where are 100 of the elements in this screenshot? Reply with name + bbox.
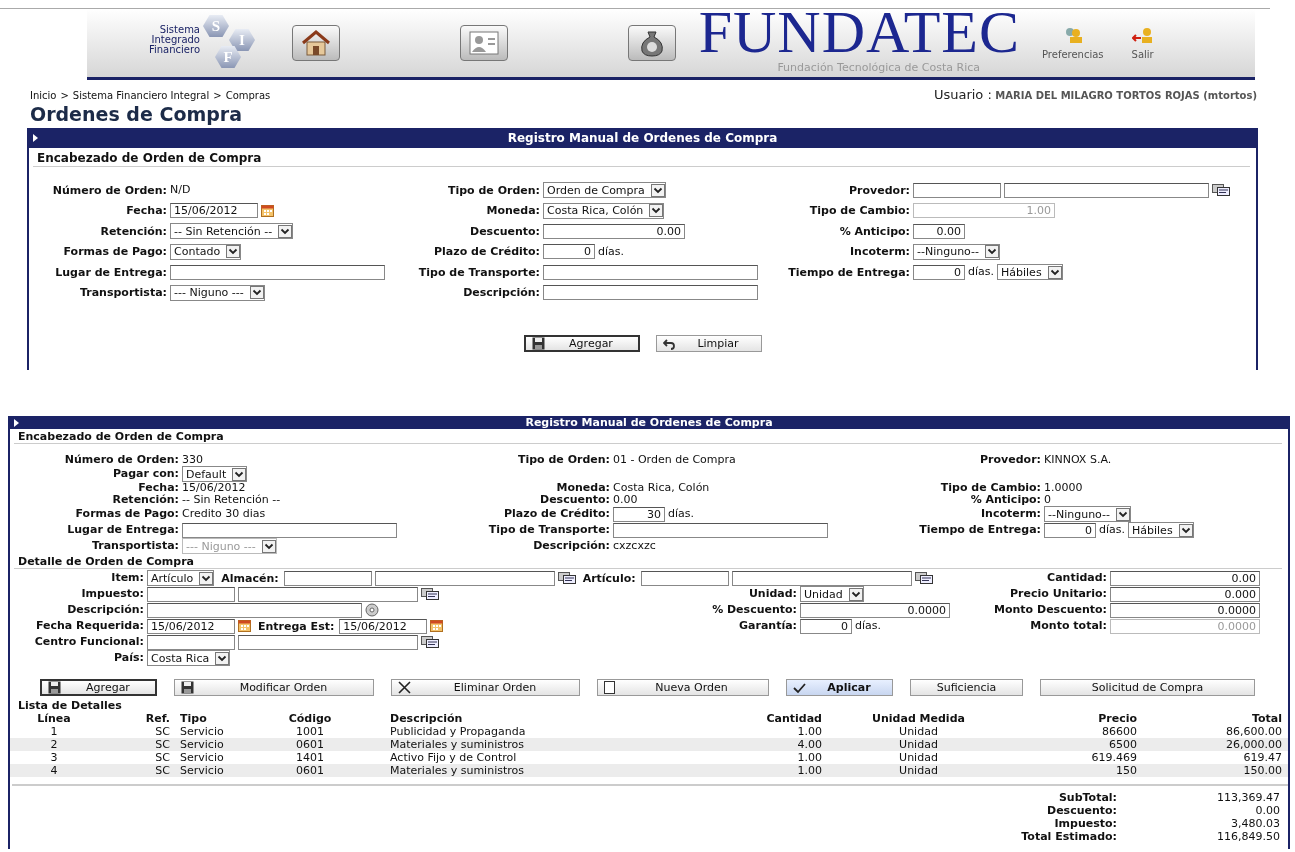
input-field[interactable] <box>170 264 385 280</box>
chevron-down-icon <box>1116 507 1130 521</box>
input-field[interactable] <box>613 522 828 538</box>
field-label: % Anticipo: <box>969 494 1042 506</box>
field-label: Tipo de Orden: <box>516 454 611 466</box>
action-button[interactable]: Eliminar Orden <box>391 679 580 696</box>
action-button[interactable]: Modificar Orden <box>174 679 374 696</box>
table-row[interactable]: 2 SC Servicio 0601 Materiales y suministros 4.00 Unidad 6500 26,000.00 <box>10 738 1288 751</box>
caret-right-icon[interactable] <box>33 134 38 142</box>
name-field[interactable] <box>374 570 555 586</box>
chevron-down-icon <box>1047 265 1062 279</box>
field-label: Tipo de Cambio: <box>939 482 1042 494</box>
calendar-icon[interactable] <box>261 204 274 217</box>
field-label: Precio Unitario: <box>1009 588 1108 600</box>
dropdown[interactable]: --Ninguno-- <box>1044 506 1131 522</box>
table-cell-text: Unidad <box>898 751 939 764</box>
action-button[interactable]: Suficiencia <box>910 679 1023 696</box>
table-cell-text: Servicio <box>179 725 225 738</box>
calendar-icon[interactable] <box>238 620 251 632</box>
table-cell-text: 1.00 <box>796 725 822 738</box>
dropdown[interactable]: Contado <box>170 243 242 260</box>
page-icon <box>604 681 615 694</box>
input-field[interactable] <box>182 522 397 538</box>
name-field[interactable] <box>731 570 912 586</box>
breadcrumb-link[interactable]: Sistema Financiero Integral <box>72 90 210 101</box>
panel-title-bar: Registro Manual de Ordenes de Compra <box>29 128 1256 148</box>
dropdown[interactable]: -- Sin Retención -- <box>170 223 294 240</box>
field-label: Unidad: <box>747 588 798 600</box>
input-field[interactable]: 0.00 <box>913 223 965 239</box>
field-label: Plazo de Crédito: <box>502 508 611 520</box>
dropdown[interactable]: Costa Rica <box>147 650 231 666</box>
user-card-button[interactable] <box>460 25 508 61</box>
field-label: Retención: <box>99 224 168 238</box>
input-field[interactable] <box>147 602 362 618</box>
table-cell-text: Materiales y suministros <box>389 738 525 751</box>
table-row[interactable]: 3 SC Servicio 1401 Activo Fijo y de Control 1.00 Unidad 619.469 619.47 <box>10 751 1288 764</box>
disc-icon[interactable] <box>365 603 379 617</box>
home-button[interactable] <box>292 25 340 61</box>
cards-icon[interactable] <box>421 636 439 648</box>
input-field[interactable]: 30 <box>613 506 665 522</box>
dropdown[interactable]: Artículo <box>147 570 215 586</box>
dropdown[interactable]: Unidad <box>800 586 864 602</box>
input-field[interactable]: 0 <box>800 618 852 634</box>
dropdown[interactable]: Hábiles <box>1128 522 1194 538</box>
code-field[interactable] <box>913 182 1001 198</box>
input-field[interactable]: 0 <box>1044 522 1096 538</box>
finance-button[interactable] <box>628 25 676 61</box>
table-cell-text: Materiales y suministros <box>389 764 525 777</box>
caret-right-icon[interactable] <box>14 418 19 427</box>
action-button[interactable]: Limpiar <box>655 335 762 352</box>
cards-icon[interactable] <box>1212 184 1230 197</box>
table-row[interactable]: 1 SC Servicio 1001 Publicidad y Propaganda 1.00 Unidad 86600 86,600.00 <box>10 725 1288 738</box>
input-field[interactable] <box>543 285 758 301</box>
logo-text: Financiero <box>148 45 200 55</box>
input-field[interactable]: 0.0000 <box>1110 602 1260 618</box>
action-button[interactable]: Solicitud de Compra <box>1040 679 1255 696</box>
input-field[interactable]: 0.0000 <box>800 602 950 618</box>
field-value: N/D <box>170 184 191 197</box>
code-field[interactable] <box>147 634 235 650</box>
input-field[interactable]: 0 <box>913 264 965 280</box>
column-header: Ref. <box>144 712 170 725</box>
dropdown[interactable]: Hábiles <box>997 264 1063 281</box>
action-button[interactable]: Aplicar <box>786 679 893 696</box>
column-header: Descripción <box>389 712 464 725</box>
action-button[interactable]: Agregar <box>40 679 157 696</box>
field-value: cxzcxzc <box>613 540 656 552</box>
code-field[interactable] <box>283 570 372 586</box>
cards-icon[interactable] <box>914 572 933 584</box>
input-field[interactable]: 0.000 <box>1110 586 1260 602</box>
table-row[interactable]: 4 SC Servicio 0601 Materiales y suministros 1.00 Unidad 150 150.00 <box>10 764 1288 777</box>
dropdown[interactable]: --- Niguno --- <box>170 284 265 301</box>
action-button[interactable]: Agregar <box>523 335 640 352</box>
dropdown[interactable]: Costa Rica, Colón <box>543 202 665 219</box>
dropdown[interactable]: Orden de Compra <box>543 182 666 199</box>
date-field[interactable]: 15/06/2012 <box>147 618 235 634</box>
input-field[interactable]: 0.00 <box>543 223 685 239</box>
date-field[interactable]: 15/06/2012 <box>170 203 258 219</box>
brand-logo-text: FUNDATEC <box>698 3 1020 61</box>
breadcrumb-link[interactable]: Inicio <box>30 90 57 101</box>
calendar-icon[interactable] <box>430 620 444 632</box>
x-icon <box>398 681 411 694</box>
header-action[interactable]: Salir <box>1131 26 1154 60</box>
dropdown[interactable]: Default <box>182 466 248 482</box>
cards-icon[interactable] <box>421 588 439 600</box>
date-field[interactable]: 15/06/2012 <box>339 618 428 634</box>
input-field[interactable]: 0 <box>543 244 595 260</box>
dropdown[interactable]: --Ninguno-- <box>913 243 1000 260</box>
name-field[interactable] <box>238 634 418 650</box>
cards-icon[interactable] <box>557 572 576 584</box>
code-field[interactable] <box>640 570 729 586</box>
name-field[interactable] <box>1004 182 1209 198</box>
breadcrumb-link[interactable]: Compras <box>225 90 271 101</box>
chevron-down-icon <box>848 587 863 601</box>
table-cell-text: 619.469 <box>1090 751 1137 764</box>
name-field[interactable] <box>238 586 418 602</box>
action-button[interactable]: Nueva Orden <box>597 679 769 696</box>
input-field[interactable] <box>543 264 758 280</box>
input-field[interactable]: 0.00 <box>1110 570 1260 586</box>
header-action[interactable]: Preferencias <box>1042 26 1104 60</box>
code-field[interactable] <box>147 586 235 602</box>
